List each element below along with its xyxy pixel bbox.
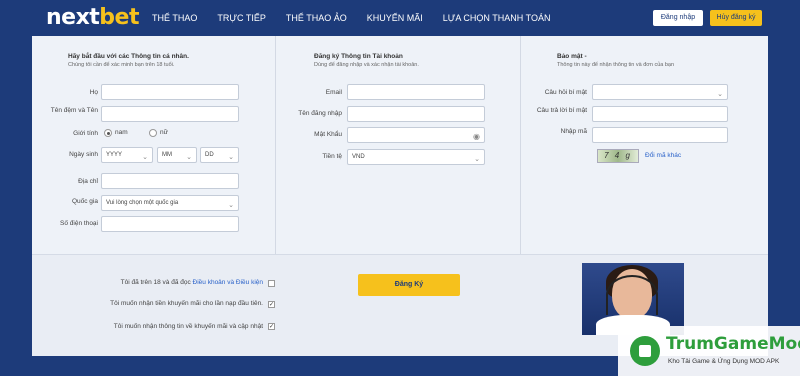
- security-title: Bảo mật -: [557, 53, 587, 60]
- nav-promotions[interactable]: KHUYẾN MÃI: [367, 0, 423, 36]
- dob-label: Ngày sinh: [69, 151, 98, 158]
- chevron-down-icon: ⌄: [186, 154, 192, 161]
- country-value: Vui lòng chọn một quốc gia: [106, 200, 179, 206]
- secret-answer-field[interactable]: [592, 106, 728, 122]
- register-button[interactable]: Đăng Ký: [358, 274, 460, 296]
- captcha-code-field[interactable]: [592, 127, 728, 143]
- personal-info-title: Hãy bắt đầu với các Thông tin cá nhân.: [68, 53, 189, 60]
- account-info-subtitle: Dùng để đăng nhập và xác nhận tài khoản.: [314, 62, 419, 68]
- column-divider: [275, 36, 276, 254]
- nav-sports[interactable]: THỂ THAO: [152, 0, 197, 36]
- chevron-down-icon: ⌄: [228, 202, 234, 209]
- cancel-registration-button[interactable]: Hủy đăng ký: [710, 10, 762, 26]
- nav-live[interactable]: TRỰC TIẾP: [217, 0, 266, 36]
- logo-next: next: [46, 5, 100, 30]
- news-checkbox[interactable]: ✓: [268, 323, 275, 330]
- captcha-code-label: Nhập mã: [560, 128, 587, 135]
- trumgamemod-logo-icon: [630, 336, 660, 366]
- password-field[interactable]: ◉: [347, 127, 485, 143]
- currency-label: Tiền tệ: [322, 153, 342, 160]
- bonus-checkbox[interactable]: ✓: [268, 301, 275, 308]
- watermark-subtitle: Kho Tải Game & Ứng Dụng MOD APK: [668, 358, 780, 365]
- username-field[interactable]: [347, 106, 485, 122]
- login-button[interactable]: Đăng nhập: [653, 10, 703, 26]
- chevron-down-icon: ⌄: [474, 156, 480, 163]
- column-divider: [520, 36, 521, 254]
- address-field[interactable]: [101, 173, 239, 189]
- dob-month-value: MM: [162, 152, 172, 158]
- watermark: TrumGameMod Kho Tải Game & Ứng Dụng MOD …: [618, 326, 800, 376]
- username-label: Tên đăng nhập: [298, 110, 342, 117]
- main-nav: THỂ THAO TRỰC TIẾP THỂ THAO ẢO KHUYẾN MÃ…: [152, 0, 570, 36]
- gender-female-radio[interactable]: [149, 129, 157, 137]
- bonus-label: Tôi muốn nhận tiền khuyến mãi cho lần nạ…: [110, 300, 263, 307]
- middle-name-field[interactable]: [101, 106, 239, 122]
- nav-virtual-sports[interactable]: THỂ THAO ẢO: [286, 0, 347, 36]
- password-label: Mật Khẩu: [314, 131, 342, 138]
- address-label: Địa chỉ: [78, 178, 98, 185]
- terms-conditions-link[interactable]: Điều khoản và Điều kiện: [193, 279, 263, 286]
- personal-info-subtitle: Chúng tôi cần để xác minh bạn trên 18 tu…: [68, 62, 175, 68]
- dob-month-select[interactable]: MM ⌄: [157, 147, 197, 163]
- news-label: Tôi muốn nhận thông tin về khuyến mãi và…: [113, 323, 263, 330]
- gender-male-radio[interactable]: [104, 129, 112, 137]
- gender-label: Giới tính: [73, 130, 98, 137]
- terms-age-checkbox[interactable]: [268, 280, 275, 287]
- nextbet-logo[interactable]: nextbet: [46, 5, 139, 30]
- currency-value: VND: [352, 154, 365, 160]
- secret-question-label: Câu hỏi bí mật: [544, 89, 587, 96]
- phone-field[interactable]: [101, 216, 239, 232]
- terms-age-text: Tôi đã trên 18 và đã đọc: [120, 279, 193, 286]
- captcha-refresh-link[interactable]: Đổi mã khác: [645, 152, 681, 159]
- terms-age-label: Tôi đã trên 18 và đã đọc Điều khoản và Đ…: [63, 279, 263, 286]
- dob-year-select[interactable]: YYYY ⌄: [101, 147, 153, 163]
- last-name-field[interactable]: [101, 84, 239, 100]
- last-name-label: Họ: [89, 89, 98, 96]
- captcha-image: 7 4 g: [597, 149, 639, 163]
- account-info-title: Đăng ký Thông tin Tài khoản: [314, 53, 403, 60]
- nav-payment-options[interactable]: LỰA CHỌN THANH TOÁN: [443, 0, 551, 36]
- security-subtitle: Thông tin này để nhận thông tin và đơn c…: [557, 62, 675, 68]
- support-agent-photo: [582, 263, 684, 335]
- gender-male-label: nam: [115, 129, 128, 136]
- dob-day-value: DD: [205, 152, 214, 158]
- middle-name-label: Tên đệm và Tên: [50, 107, 98, 114]
- country-label: Quốc gia: [71, 198, 98, 205]
- dob-day-select[interactable]: DD ⌄: [200, 147, 239, 163]
- top-navbar: nextbet THỂ THAO TRỰC TIẾP THỂ THAO ẢO K…: [0, 0, 800, 36]
- watermark-title: TrumGameMod: [666, 334, 800, 354]
- chevron-down-icon: ⌄: [142, 154, 148, 161]
- email-label: Email: [325, 89, 342, 96]
- secret-question-select[interactable]: ⌄: [592, 84, 728, 100]
- phone-label: Số điện thoại: [60, 220, 98, 227]
- secret-answer-label: Câu trả lời bí mật: [536, 107, 587, 114]
- headset-icon: [606, 275, 658, 315]
- logo-bet: bet: [99, 5, 139, 30]
- eye-icon[interactable]: ◉: [473, 130, 480, 144]
- country-select[interactable]: Vui lòng chọn một quốc gia ⌄: [101, 195, 239, 211]
- chevron-down-icon: ⌄: [717, 91, 723, 98]
- dob-year-value: YYYY: [106, 152, 123, 158]
- currency-select[interactable]: VND ⌄: [347, 149, 485, 165]
- gender-female-label: nữ: [160, 129, 168, 136]
- email-field[interactable]: [347, 84, 485, 100]
- chevron-down-icon: ⌄: [228, 154, 234, 161]
